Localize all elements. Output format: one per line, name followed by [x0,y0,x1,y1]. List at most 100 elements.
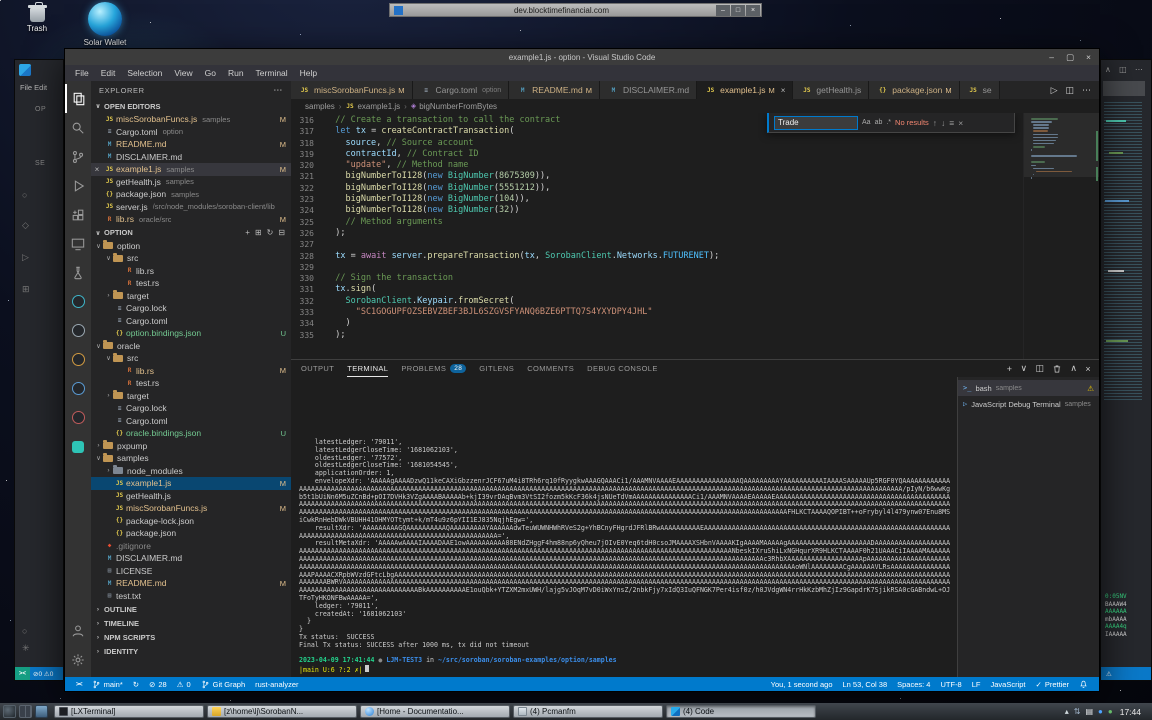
status-0[interactable]: ⚠ 0 [172,680,196,689]
explorer-item-src[interactable]: ∨ src [91,252,291,265]
breadcrumb-item-bigNumberFromBytes[interactable]: ◈ bigNumberFromBytes [411,102,497,111]
tab-package.json[interactable]: {} package.json M [869,81,960,99]
minimap[interactable] [1023,113,1099,359]
explorer-item-Cargo.lock[interactable]: ≡ Cargo.lock [91,402,291,415]
workspace-section-header[interactable]: ∨ OPTION + ⊞ ↻ ⊟ [91,226,291,240]
split-editor-icon[interactable]: ◫ [1065,85,1074,96]
explorer-item-samples[interactable]: ∨ samples [91,452,291,465]
explorer-item-example1.js[interactable]: JS example1.js M [91,477,291,490]
open-editor-DISCLAIMER.md[interactable]: M DISCLAIMER.md [91,151,291,164]
terminal[interactable]: latestLedger: '79011', latestLedgerClose… [291,377,957,677]
ext-blue-icon[interactable] [65,374,91,403]
find-next-icon[interactable]: ↓ [941,118,945,128]
terminal-instance-bash[interactable]: >_ bash samples ⚠ [958,380,1099,396]
refresh-icon[interactable]: ↻ [267,228,274,237]
status-git-graph[interactable]: Git Graph [196,680,251,689]
section-npm-scripts[interactable]: › NPM SCRIPTS [91,630,291,644]
run-debug-icon[interactable] [65,171,91,200]
tray-clipboard-icon[interactable]: ▤ [1085,705,1093,718]
menu-run[interactable]: Run [222,68,250,78]
open-editor-miscSorobanFuncs.js[interactable]: JS miscSorobanFuncs.js samples M [91,113,291,126]
status-sync[interactable]: ↻ [128,680,144,689]
explorer-item-test.rs[interactable]: Rtest.rs [91,277,291,290]
collapse-all-icon[interactable]: ⊟ [278,228,285,237]
explorer-item-test.rs[interactable]: Rtest.rs [91,377,291,390]
tab-getHealth.js[interactable]: JS getHealth.js [793,81,870,99]
panel-tab-comments[interactable]: COMMENTS [527,360,574,377]
find-input[interactable] [774,115,858,130]
open-editor-package.json[interactable]: {} package.json samples [91,188,291,201]
open-editor-server.js[interactable]: JS server.js/src/node_modules/soroban-cli… [91,201,291,214]
explorer-item-oracle[interactable]: ∨ oracle [91,340,291,353]
explorer-item-target[interactable]: › target [91,390,291,403]
ext-gold-icon[interactable] [65,345,91,374]
tab-example1.js[interactable]: JS example1.js M × [697,81,794,99]
explorer-item-lib.rs[interactable]: Rlib.rs [91,265,291,278]
find-close-icon[interactable]: × [958,118,963,128]
section-outline[interactable]: › OUTLINE [91,602,291,616]
close-editor-icon[interactable]: × [91,165,103,174]
maximize-panel-icon[interactable]: ∧ [1070,363,1077,374]
source-control-icon[interactable] [65,142,91,171]
explorer-item-test.txt[interactable]: ▤ test.txt [91,590,291,603]
menu-file[interactable]: File [69,68,95,78]
open-editor-README.md[interactable]: M README.md M [91,138,291,151]
taskbar-button--Home-Documentatio-[interactable]: [Home - Documentatio... [360,705,510,718]
maximize-button[interactable]: ▢ [1066,52,1074,63]
close-panel-icon[interactable]: × [1085,364,1091,374]
regex-toggle[interactable]: .* [886,119,891,126]
extensions-icon[interactable] [65,200,91,229]
tray-network-icon[interactable]: ⇅ [1074,705,1081,718]
tab-se[interactable]: JS se [959,81,1000,99]
explorer-item-Cargo.lock[interactable]: ≡ Cargo.lock [91,302,291,315]
menu-selection[interactable]: Selection [121,68,168,78]
explorer-item-lib.rs[interactable]: Rlib.rs M [91,365,291,378]
terminal-instance-JavaScript Debug Terminal[interactable]: ▷ JavaScript Debug Terminal samples [958,396,1099,412]
explorer-item-.gitignore[interactable]: ◆ .gitignore [91,540,291,553]
explorer-item-package-lock.json[interactable]: {} package-lock.json [91,515,291,528]
close-button[interactable]: × [1086,52,1091,62]
testing-icon[interactable] [65,258,91,287]
titlebar[interactable]: example1.js - option - Visual Studio Cod… [65,49,1099,65]
explorer-item-option.bindings.json[interactable]: {} option.bindings.json U [91,327,291,340]
status-you-1-second-ago[interactable]: You, 1 second ago [766,680,838,689]
background-vscode-window-right[interactable]: ∧ ◫ ⋯ 0:05NV BAAAW4 AAAAAA mbAAAA AAAA4q IAAA… [1100,59,1152,681]
whole-word-toggle[interactable]: ab [875,119,883,126]
search-icon[interactable] [65,113,91,142]
split-terminal-icon[interactable]: ◫ [1035,363,1044,374]
more-actions-icon[interactable]: ⋯ [1082,85,1091,96]
new-terminal-icon[interactable]: + [1007,364,1013,374]
browser-close-button[interactable]: × [746,4,760,16]
panel-tab-problems[interactable]: PROBLEMS 28 [401,360,467,377]
explorer-item-Cargo.toml[interactable]: ≡ Cargo.toml [91,415,291,428]
status-javascript[interactable]: JavaScript [986,680,1031,689]
open-editor-lib.rs[interactable]: Rlib.rs oracle/src M [91,213,291,226]
breadcrumb-item-example1.js[interactable]: JS example1.js [345,102,400,111]
panel-tab-debug-console[interactable]: DEBUG CONSOLE [587,360,658,377]
new-file-icon[interactable]: + [245,228,250,237]
browser-maximize-button[interactable]: □ [731,4,745,16]
background-vscode-window-left[interactable]: File Edit OP SE ○ ◇ ▷ ⊞ ○ ✳ >< ⊘0 ⚠0 [14,59,64,681]
explorer-item-package.json[interactable]: {} package.json [91,527,291,540]
open-editor-getHealth.js[interactable]: JS getHealth.js samples [91,176,291,189]
workspace-pager[interactable] [19,705,32,718]
panel-tab-terminal[interactable]: TERMINAL [347,360,388,377]
explorer-item-DISCLAIMER.md[interactable]: M DISCLAIMER.md [91,552,291,565]
menu-go[interactable]: Go [199,68,222,78]
taskbar-button--LXTerminal-[interactable]: [LXTerminal] [54,705,204,718]
tab-DISCLAIMER.md[interactable]: M DISCLAIMER.md [599,81,698,99]
background-browser-titlebar[interactable]: dev.blocktimefinancial.com – □ × [389,3,762,17]
explorer-item-LICENSE[interactable]: ▤ LICENSE [91,565,291,578]
status-28[interactable]: ⊘ 28 [144,680,172,689]
open-editor-Cargo.toml[interactable]: ≡ Cargo.toml option [91,126,291,139]
explorer-item-pxpump[interactable]: › pxpump [91,440,291,453]
minimize-button[interactable]: – [1049,52,1054,62]
explorer-item-Cargo.toml[interactable]: ≡ Cargo.toml [91,315,291,328]
status-ln-53-col-38[interactable]: Ln 53, Col 38 [838,680,893,689]
status-main-[interactable]: main* [87,680,128,689]
explorer-more-icon[interactable]: ⋯ [273,85,283,96]
explorer-item-README.md[interactable]: M README.md M [91,577,291,590]
close-tab-icon[interactable]: × [781,86,786,95]
status-lf[interactable]: LF [967,680,986,689]
ext-red-icon[interactable] [65,403,91,432]
